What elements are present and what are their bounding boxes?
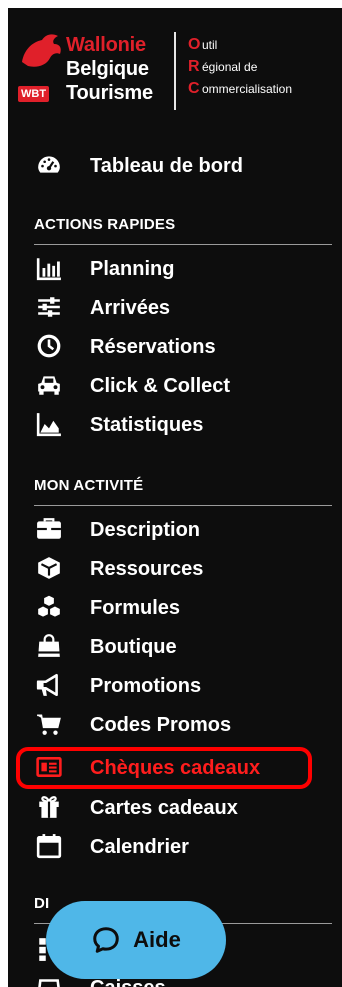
clock-icon [36,333,62,359]
briefcase-icon [36,516,62,542]
menu-item-statistiques[interactable]: Statistiques [8,407,342,443]
cubes-icon [36,594,62,620]
gift-card-icon [36,754,62,780]
menu-item-click-collect[interactable]: Click & Collect [8,368,342,404]
sliders-icon [36,294,62,320]
menu-item-label: Click & Collect [90,374,231,397]
menu-item-description[interactable]: Description [8,512,342,548]
register-icon [36,974,62,987]
menu-item-label: Planning [90,257,175,280]
menu-item-label: Description [90,518,201,541]
section-title-actions-rapides: ACTIONS RAPIDES [34,216,176,233]
brand-belgique: Belgique [66,58,149,80]
chat-bubble-icon [93,927,119,953]
menu-item-formules[interactable]: Formules [8,590,342,626]
section-divider [34,244,332,245]
menu-item-promotions[interactable]: Promotions [8,668,342,704]
cart-icon [36,711,62,737]
megaphone-icon [36,672,62,698]
rooster-icon [22,34,61,67]
logo-divider [174,32,176,110]
gift-icon [36,794,62,820]
sidebar: Wallonie Belgique WBT Tourisme Outil Rég… [8,8,342,987]
menu-item-label: Chèques cadeaux [90,756,261,779]
menu-item-label: Ressources [90,557,204,580]
orc-title: Outil Régional de Commercialisation [188,36,293,97]
menu-item-label: Formules [90,596,181,619]
menu-item-dashboard[interactable]: Tableau de bord [8,148,342,184]
menu-item-label: Tableau de bord [90,154,243,177]
menu-item-label: Codes Promos [90,713,232,736]
car-icon [36,372,62,398]
logo[interactable]: Wallonie Belgique WBT Tourisme Outil Rég… [8,8,342,128]
menu-item-arrivees[interactable]: Arrivées [8,290,342,326]
menu-item-boutique[interactable]: Boutique [8,629,342,665]
brand-wallonie: Wallonie [66,34,146,56]
calendar-icon [36,833,62,859]
section-title-mon-activite: MON ACTIVITÉ [34,477,144,494]
menu-item-label: Boutique [90,635,177,658]
cube-icon [36,555,62,581]
wbt-logo: Wallonie Belgique WBT Tourisme [18,32,178,112]
menu-item-reservations[interactable]: Réservations [8,329,342,365]
dashboard-icon [36,152,62,178]
menu-item-label: Cartes cadeaux [90,796,238,819]
menu-item-label: Calendrier [90,835,189,858]
section-divider [34,505,332,506]
menu-item-label: Arrivées [90,296,171,319]
menu-item-label: Réservations [90,335,216,358]
menu-item-ressources[interactable]: Ressources [8,551,342,587]
menu-item-planning[interactable]: Planning [8,251,342,287]
menu-item-label: Promotions [90,674,202,697]
menu-item-label: Statistiques [90,413,204,436]
bar-chart-icon [36,255,62,281]
area-chart-icon [36,411,62,437]
menu-item-cheques-cadeaux[interactable]: Chèques cadeaux [8,750,342,786]
help-button[interactable]: Aide [46,901,226,979]
section-title-partial: DI [34,895,50,912]
menu-item-cartes-cadeaux[interactable]: Cartes cadeaux [8,790,342,826]
brand-tourisme: Tourisme [66,82,153,104]
menu-item-calendrier[interactable]: Calendrier [8,829,342,865]
help-button-label: Aide [133,927,181,952]
shopping-bag-icon [36,633,62,659]
menu-item-codes-promos[interactable]: Codes Promos [8,707,342,743]
wbt-badge: WBT [18,86,50,102]
